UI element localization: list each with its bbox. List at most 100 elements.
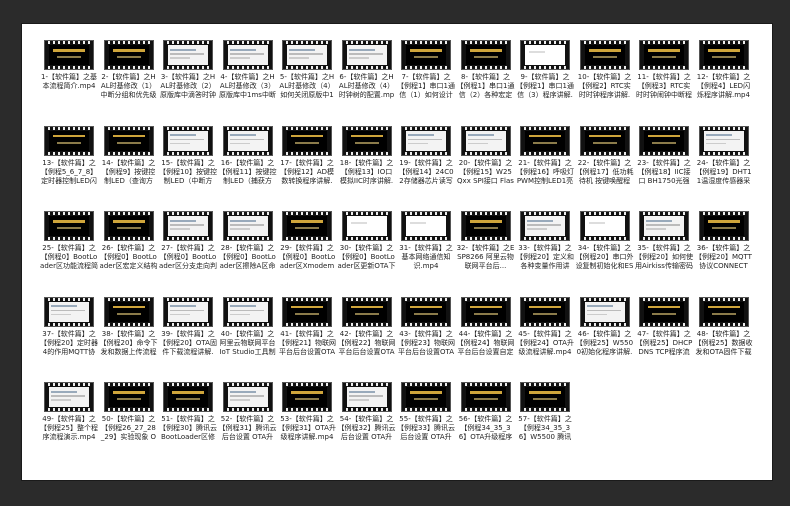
file-name-label: 32-【软件篇】之ESP8266 阿里云物联网平台后... — [456, 244, 515, 270]
video-thumbnail-icon — [163, 382, 213, 412]
file-name-label: 19-【软件篇】之【例程14】24C02存储器芯片读写程序讲... — [398, 158, 454, 185]
video-thumbnail-icon — [103, 296, 154, 327]
video-thumbnail-icon — [103, 382, 154, 412]
video-file-item[interactable]: 29-【软件篇】之【例程0】BootLoader区Xmodem下载... — [278, 211, 336, 271]
file-name-label: 12-【软件篇】之【例程4】LED闪烁程序讲解.mp4 — [696, 73, 751, 99]
file-name-label: 35-【软件篇】之【例程20】如何使用Airkiss传输密码流程讲解... — [635, 244, 693, 270]
video-file-item[interactable]: 30-【软件篇】之【例程0】BootLoader区更新OTA下载... — [338, 211, 396, 271]
video-file-item[interactable]: 45-【软件篇】之【例程24】OTA升级流程讲解.mp4 — [516, 296, 574, 357]
file-name-label: 26-【软件篇】之【例程0】BootLoader区宏定义结构体... — [99, 244, 158, 270]
video-file-item[interactable]: 53-【软件篇】之【例程31】OTA升级程序讲解.mp4 — [278, 382, 336, 442]
video-thumbnail-icon — [44, 211, 94, 241]
video-file-item[interactable]: 10-【软件篇】之【例程2】RTC实时时钟程序讲解.mp4 — [576, 40, 634, 100]
video-thumbnail-icon — [401, 211, 451, 241]
video-file-item[interactable]: 52-【软件篇】之【例程31】腾讯云后台设置 OTA升级流程演示... — [219, 382, 277, 442]
video-thumbnail-icon — [163, 125, 213, 156]
video-file-item[interactable]: 26-【软件篇】之【例程0】BootLoader区宏定义结构体... — [100, 211, 158, 271]
video-file-item[interactable]: 55-【软件篇】之【例程33】腾讯云后台设置 OTA升级流程演示... — [397, 382, 455, 442]
video-file-item[interactable]: 43-【软件篇】之【例程23】物联网平台后台设置OTA升级流程... — [397, 296, 455, 357]
video-file-item[interactable]: 24-【软件篇】之【例程19】DHT11温湿度传感器采集实验... — [695, 125, 753, 186]
video-file-item[interactable]: 25-【软件篇】之【例程0】BootLoader区功能流程简介... — [40, 211, 98, 271]
video-thumbnail-icon — [222, 40, 273, 70]
video-file-item[interactable]: 39-【软件篇】之【例程20】OTA固件下载流程讲解.mp4 — [159, 296, 217, 357]
video-file-item[interactable]: 2-【软件篇】之HAL时基修改（1）中断分组和优先级的概念.mp4 — [100, 40, 158, 100]
video-thumbnail-icon — [341, 382, 392, 412]
file-name-label: 53-【软件篇】之【例程31】OTA升级程序讲解.mp4 — [278, 415, 336, 441]
video-file-item[interactable]: 50-【软件篇】之【例程26_27_28_29】实验现象 OTA... — [100, 382, 158, 442]
video-thumbnail-icon — [341, 296, 392, 327]
video-file-item[interactable]: 8-【软件篇】之【例程1】串口1通信（2）各种宏定义 结构体 变... — [457, 40, 515, 100]
video-file-item[interactable]: 3-【软件篇】之HAL时基修改（2）原版库中滴答时钟1ms中断... — [159, 40, 217, 100]
video-thumbnail-icon — [222, 296, 273, 327]
video-file-item[interactable]: 40-【软件篇】之阿里云物联网平台IoT Studio工具制作WEB控... — [219, 296, 277, 357]
video-thumbnail-icon — [460, 211, 511, 241]
video-file-item[interactable]: 27-【软件篇】之【例程0】BootLoader区分支走向判断... — [159, 211, 217, 271]
file-name-label: 50-【软件篇】之【例程26_27_28_29】实验现象 OTA... — [100, 415, 157, 441]
video-thumbnail-icon — [163, 40, 213, 70]
video-thumbnail-icon — [282, 382, 332, 412]
file-name-label: 28-【软件篇】之【例程0】BootLoader区擦除A区命令... — [219, 244, 276, 270]
video-file-item[interactable]: 1-【软件篇】之基本流程简介.mp4 — [40, 40, 98, 100]
video-file-item[interactable]: 21-【软件篇】之【例程16】呼吸灯 PWM控制LED1亮度程序讲... — [516, 125, 574, 186]
video-file-item[interactable]: 48-【软件篇】之【例程25】数据收发和OTA固件下载讲解.mp4 — [694, 296, 753, 357]
file-name-label: 56-【软件篇】之【例程34_35_36】OTA升级程序演示.mp4 — [458, 415, 513, 441]
video-file-item[interactable]: 32-【软件篇】之ESP8266 阿里云物联网平台后... — [457, 211, 515, 271]
video-file-item[interactable]: 33-【软件篇】之【例程20】定义和各种变量作用讲解.mp4 — [516, 211, 574, 271]
video-thumbnail-icon — [401, 296, 451, 327]
video-file-item[interactable]: 22-【软件篇】之【例程17】低功耗待机 按键唤醒程序讲解.mp4 — [576, 125, 634, 186]
video-file-item[interactable]: 38-【软件篇】之【例程20】命令下发和数据上传流程讲解.mp4 — [100, 296, 158, 357]
video-file-item[interactable]: 56-【软件篇】之【例程34_35_36】OTA升级程序演示.mp4 — [457, 382, 515, 442]
file-name-label: 41-【软件篇】之【例程21】物联网平台后台设置OTA升级流程... — [278, 329, 336, 356]
video-file-item[interactable]: 5-【软件篇】之HAL时基修改（4）如何关闭原版中1ms中断并... — [278, 40, 336, 100]
video-thumbnail-icon — [520, 125, 570, 156]
video-file-item[interactable]: 17-【软件篇】之【例程12】AD模数转换程序讲解.mp4 — [278, 125, 336, 186]
video-file-item[interactable]: 7-【软件篇】之【例程1】串口1通信（1）如何设计接收的和标... — [397, 40, 455, 100]
video-file-item[interactable]: 11-【软件篇】之【例程3】RTC实时时钟闹钟中断程序讲解.mp4 — [635, 40, 693, 100]
video-file-item[interactable]: 23-【软件篇】之【例程18】IIC接口 BH1750光强度传感器采集... — [635, 125, 693, 186]
video-file-item[interactable]: 37-【软件篇】之【例程20】定时器4的作用MQTT协议PIN... — [40, 296, 98, 357]
video-thumbnail-icon — [103, 211, 154, 241]
file-name-label: 48-【软件篇】之【例程25】数据收发和OTA固件下载讲解.mp4 — [694, 329, 753, 356]
file-name-label: 51-【软件篇】之【例程30】腾讯云BootLoader区修改讲解.mp4 — [159, 415, 217, 441]
video-thumbnail-icon — [282, 125, 332, 156]
video-thumbnail-icon — [579, 211, 630, 241]
video-thumbnail-icon — [698, 125, 749, 156]
video-file-item[interactable]: 54-【软件篇】之【例程32】腾讯云后台设置 OTA升级流程演示... — [338, 382, 396, 442]
video-file-item[interactable]: 42-【软件篇】之【例程22】物联网平台后台设置OTA升级流程... — [338, 296, 396, 357]
video-file-item[interactable]: 36-【软件篇】之【例程20】MQTT协议CONNECT报... — [695, 211, 753, 271]
file-name-label: 3-【软件篇】之HAL时基修改（2）原版库中滴答时钟1ms中断... — [160, 73, 216, 99]
video-file-item[interactable]: 49-【软件篇】之【例程25】整个程序流程演示.mp4 — [40, 382, 98, 442]
video-file-item[interactable]: 16-【软件篇】之【例程11】按键控制LED（捕获方式）程序讲... — [219, 125, 277, 186]
video-file-item[interactable]: 57-【软件篇】之【例程34_35_36】W5500 腾讯云OTA升级程序... — [516, 382, 574, 442]
file-name-label: 7-【软件篇】之【例程1】串口1通信（1）如何设计接收的和标... — [397, 73, 455, 99]
video-file-item[interactable]: 41-【软件篇】之【例程21】物联网平台后台设置OTA升级流程... — [278, 296, 336, 357]
video-file-item[interactable]: 9-【软件篇】之【例程1】串口1通信（3）程序讲解.mp4 — [516, 40, 574, 100]
file-name-label: 9-【软件篇】之【例程1】串口1通信（3）程序讲解.mp4 — [516, 73, 574, 99]
video-file-item[interactable]: 35-【软件篇】之【例程20】如何使用Airkiss传输密码流程讲解... — [635, 211, 693, 271]
video-file-item[interactable]: 15-【软件篇】之【例程10】按键控制LED（中断方式）程序讲... — [159, 125, 217, 186]
video-file-item[interactable]: 20-【软件篇】之【例程15】W25Qxx SPI接口 Flash存储芯... — [457, 125, 515, 186]
video-file-item[interactable]: 14-【软件篇】之【例程9】按键控制LED（查询方式）程序讲解... — [100, 125, 158, 186]
video-file-item[interactable]: 6-【软件篇】之HAL时基修改（4）时钟树的配置.mp4 — [338, 40, 396, 100]
video-file-item[interactable]: 31-【软件篇】之基本网络通信知识.mp4 — [397, 211, 455, 271]
file-name-label: 14-【软件篇】之【例程9】按键控制LED（查询方式）程序讲解... — [101, 158, 156, 185]
file-name-label: 2-【软件篇】之HAL时基修改（1）中断分组和优先级的概念.mp4 — [100, 73, 157, 99]
video-file-item[interactable]: 18-【软件篇】之【例程13】IO口模拟IIC时序讲解.mp4 — [338, 125, 396, 186]
video-file-item[interactable]: 28-【软件篇】之【例程0】BootLoader区擦除A区命令... — [219, 211, 277, 271]
file-name-label: 20-【软件篇】之【例程15】W25Qxx SPI接口 Flash存储芯... — [457, 158, 514, 185]
video-file-item[interactable]: 46-【软件篇】之【例程25】W5500初始化程序讲解.mp4 — [575, 296, 634, 357]
video-file-item[interactable]: 19-【软件篇】之【例程14】24C02存储器芯片读写程序讲... — [397, 125, 455, 186]
video-file-item[interactable]: 4-【软件篇】之HAL时基修改（3）原版库中1ms中断如何判断... — [219, 40, 277, 100]
video-thumbnail-icon — [460, 296, 511, 327]
file-name-label: 46-【软件篇】之【例程25】W5500初始化程序讲解.mp4 — [575, 329, 634, 356]
file-name-label: 45-【软件篇】之【例程24】OTA升级流程讲解.mp4 — [516, 329, 574, 356]
video-file-item[interactable]: 47-【软件篇】之【例程25】DHCP DNS TCP程序流程讲解... — [635, 296, 693, 357]
video-thumbnail-icon — [44, 382, 94, 412]
video-file-item[interactable]: 44-【软件篇】之【例程24】物联网平台后台设置自定义综合APP... — [457, 296, 515, 357]
video-file-item[interactable]: 12-【软件篇】之【例程4】LED闪烁程序讲解.mp4 — [695, 40, 753, 100]
video-file-item[interactable]: 13-【软件篇】之【例程5_6_7_8】定时器控制LED闪烁程序讲解... — [40, 125, 98, 186]
video-file-item[interactable]: 51-【软件篇】之【例程30】腾讯云BootLoader区修改讲解.mp4 — [159, 382, 217, 442]
video-file-item[interactable]: 34-【软件篇】之【例程20】串口外设复制初始化和ESP8266连接... — [576, 211, 634, 271]
file-name-label: 30-【软件篇】之【例程0】BootLoader区更新OTA下载... — [337, 244, 396, 270]
video-thumbnail-icon — [639, 125, 689, 156]
